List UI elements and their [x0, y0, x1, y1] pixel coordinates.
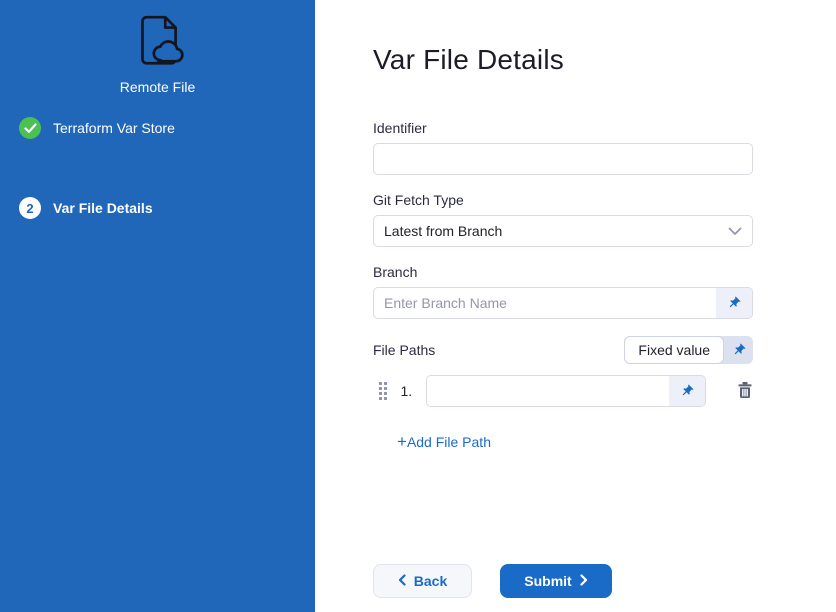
- identifier-field-group: Identifier: [373, 120, 753, 175]
- trash-icon: [737, 381, 753, 402]
- file-paths-label: File Paths: [373, 342, 435, 358]
- file-paths-type-selector: Fixed value: [624, 336, 753, 364]
- branch-input[interactable]: [374, 288, 716, 318]
- check-icon: [19, 117, 41, 139]
- sidebar-step-terraform-var-store[interactable]: Terraform Var Store: [0, 117, 315, 139]
- back-button-label: Back: [414, 573, 447, 589]
- submit-button-label: Submit: [524, 573, 571, 589]
- step-label: Terraform Var Store: [53, 120, 175, 136]
- add-file-path-label: Add File Path: [407, 434, 491, 450]
- fixed-value-button[interactable]: Fixed value: [624, 336, 724, 364]
- add-file-path-button[interactable]: +Add File Path: [397, 434, 491, 450]
- back-button[interactable]: Back: [373, 564, 472, 598]
- wizard-steps: Terraform Var Store 2 Var File Details: [0, 117, 315, 219]
- branch-input-group: [373, 287, 753, 319]
- git-fetch-type-label: Git Fetch Type: [373, 192, 753, 208]
- git-fetch-type-value: Latest from Branch: [384, 223, 502, 239]
- drag-handle-icon[interactable]: [379, 382, 387, 400]
- identifier-input[interactable]: [373, 143, 753, 175]
- chevron-down-icon: [728, 223, 742, 239]
- page-title: Var File Details: [373, 44, 836, 76]
- delete-row-button[interactable]: [737, 381, 753, 402]
- var-file-form: Identifier Git Fetch Type Latest from Br…: [373, 120, 753, 598]
- chevron-right-icon: [580, 573, 588, 589]
- branch-label: Branch: [373, 264, 753, 280]
- var-file-details-panel: Var File Details Identifier Git Fetch Ty…: [315, 0, 836, 612]
- pin-icon[interactable]: [669, 376, 705, 406]
- git-fetch-type-select[interactable]: Latest from Branch: [373, 215, 753, 247]
- row-index: 1.: [401, 383, 413, 399]
- footer-buttons: Back Submit: [373, 564, 753, 598]
- identifier-label: Identifier: [373, 120, 753, 136]
- plus-icon: +: [397, 435, 407, 449]
- file-path-input-group: [426, 375, 706, 407]
- file-path-row: 1.: [379, 375, 753, 407]
- file-paths-header: File Paths Fixed value: [373, 336, 753, 364]
- step-number-badge: 2: [19, 197, 41, 219]
- pin-icon[interactable]: [716, 288, 752, 318]
- submit-button[interactable]: Submit: [500, 564, 612, 598]
- store-header: Remote File: [0, 0, 315, 95]
- wizard-window: Remote File Terraform Var Store 2 Var Fi…: [0, 0, 836, 612]
- wizard-sidebar: Remote File Terraform Var Store 2 Var Fi…: [0, 0, 315, 612]
- sidebar-step-var-file-details[interactable]: 2 Var File Details: [0, 197, 315, 219]
- file-path-input[interactable]: [427, 376, 669, 406]
- remote-file-icon: [131, 12, 185, 75]
- pin-icon[interactable]: [724, 336, 753, 364]
- chevron-left-icon: [398, 573, 406, 589]
- step-label: Var File Details: [53, 200, 153, 216]
- branch-field-group: Branch: [373, 264, 753, 319]
- store-label: Remote File: [120, 79, 195, 95]
- git-fetch-type-field-group: Git Fetch Type Latest from Branch: [373, 192, 753, 247]
